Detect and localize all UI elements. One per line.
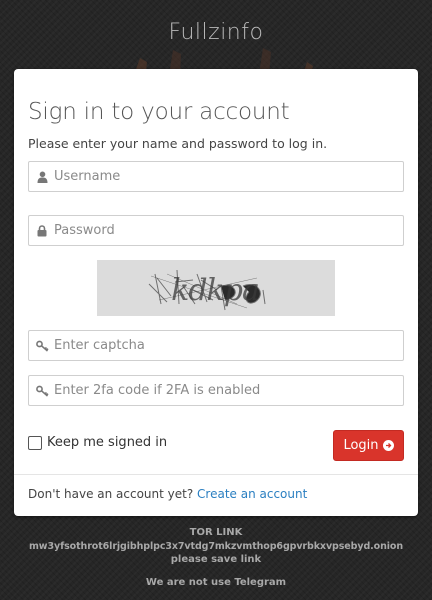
card-divider xyxy=(14,474,418,475)
page-title: Sign in to your account xyxy=(28,99,290,125)
username-field[interactable] xyxy=(28,161,404,192)
login-button[interactable]: Login xyxy=(333,430,404,461)
keep-signed-in-label: Keep me signed in xyxy=(47,435,168,450)
captcha-text: kdkpa xyxy=(171,273,259,308)
user-icon xyxy=(32,162,52,191)
signup-prompt: Don't have an account yet? Create an acc… xyxy=(28,487,307,501)
login-button-label: Login xyxy=(343,438,379,453)
username-input[interactable] xyxy=(52,162,392,191)
brand-title: Fullzinfo xyxy=(168,20,264,45)
signup-prompt-text: Don't have an account yet? xyxy=(28,487,194,501)
captcha-field[interactable] xyxy=(28,330,404,361)
tor-heading: TOR LINK xyxy=(189,527,243,538)
tor-address: mw3yfsothrot6lrjgibhplpc3x7vtdg7mkzvmtho… xyxy=(29,541,403,552)
password-input[interactable] xyxy=(52,216,392,245)
captcha-input[interactable] xyxy=(52,331,392,360)
twofa-field[interactable] xyxy=(28,375,404,406)
twofa-input[interactable] xyxy=(52,376,392,405)
create-account-link[interactable]: Create an account xyxy=(197,487,307,501)
key-icon xyxy=(32,376,52,405)
captcha-image: kdkpa xyxy=(97,260,335,316)
lock-icon xyxy=(32,216,52,245)
keep-signed-in-checkbox[interactable] xyxy=(28,435,42,450)
telegram-note: We are not use Telegram xyxy=(145,577,287,588)
arrow-circle-right-icon xyxy=(382,440,394,451)
login-subtitle: Please enter your name and password to l… xyxy=(28,136,328,151)
password-field[interactable] xyxy=(28,215,404,246)
login-card: Sign in to your account Please enter you… xyxy=(14,69,418,516)
keep-signed-in[interactable]: Keep me signed in xyxy=(28,435,167,450)
save-link-note: please save link xyxy=(170,554,262,565)
key-icon xyxy=(32,331,52,360)
